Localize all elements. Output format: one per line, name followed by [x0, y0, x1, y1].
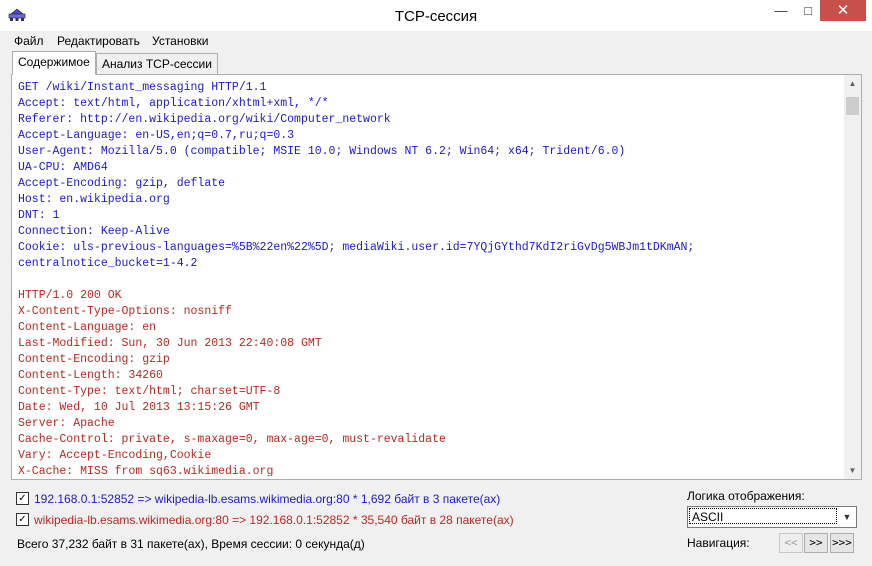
menu-edit[interactable]: Редактировать [57, 34, 140, 48]
menu-file[interactable]: Файл [14, 34, 44, 48]
minimize-button[interactable]: — [768, 0, 794, 21]
vertical-scrollbar[interactable]: ▲ ▼ [844, 75, 861, 479]
request-line: centralnotice_bucket=1-4.2 [18, 257, 198, 270]
chevron-down-icon[interactable]: ▼ [840, 508, 854, 526]
response-line: Date: Wed, 10 Jul 2013 13:15:26 GMT [18, 401, 260, 414]
request-line: User-Agent: Mozilla/5.0 (compatible; MSI… [18, 145, 626, 158]
session-text[interactable]: GET /wiki/Instant_messaging HTTP/1.1 Acc… [18, 80, 838, 476]
session-content-panel: GET /wiki/Instant_messaging HTTP/1.1 Acc… [11, 74, 862, 480]
menu-bar: Файл Редактировать Установки [8, 31, 864, 51]
stream-2-checkbox[interactable]: ✓ [16, 513, 29, 526]
response-line: Last-Modified: Sun, 30 Jun 2013 22:40:08… [18, 337, 322, 350]
stream-2-label: wikipedia-lb.esams.wikimedia.org:80 => 1… [34, 513, 514, 527]
display-logic-value: ASCII [689, 508, 837, 524]
tab-tcp-analysis[interactable]: Анализ TCP-сессии [96, 53, 218, 75]
window-title: TCP-сессия [394, 8, 478, 25]
response-line: X-Cache: MISS from sq63.wikimedia.org [18, 465, 274, 476]
title-bar: TCP-сессия — □ ✕ [0, 0, 872, 31]
request-line: Accept-Encoding: gzip, deflate [18, 177, 226, 190]
response-line: HTTP/1.0 200 OK [18, 289, 122, 302]
request-line: DNT: 1 [18, 209, 60, 222]
request-line: Host: en.wikipedia.org [18, 193, 170, 206]
request-line: Connection: Keep-Alive [18, 225, 170, 238]
session-summary: Всего 37,232 байт в 31 пакете(ах), Время… [17, 537, 365, 551]
stream-1-checkbox[interactable]: ✓ [16, 492, 29, 505]
bottom-panel: ✓ 192.168.0.1:52852 => wikipedia-lb.esam… [11, 484, 862, 562]
nav-next-button[interactable]: >> [804, 533, 828, 553]
response-line: X-Content-Type-Options: nosniff [18, 305, 232, 318]
close-button[interactable]: ✕ [820, 0, 866, 21]
response-line: Cache-Control: private, s-maxage=0, max-… [18, 433, 446, 446]
request-line: Accept: text/html, application/xhtml+xml… [18, 97, 329, 110]
scroll-thumb[interactable] [846, 97, 859, 115]
response-line: Content-Language: en [18, 321, 157, 334]
request-line: Cookie: uls-previous-languages=%5B%22en%… [18, 241, 695, 254]
stream-1-label: 192.168.0.1:52852 => wikipedia-lb.esams.… [34, 492, 501, 506]
request-line: Accept-Language: en-US,en;q=0.7,ru;q=0.3 [18, 129, 295, 142]
menu-settings[interactable]: Установки [152, 34, 208, 48]
nav-last-button[interactable]: >>> [830, 533, 854, 553]
response-line: Content-Type: text/html; charset=UTF-8 [18, 385, 281, 398]
scroll-down-icon[interactable]: ▼ [844, 462, 861, 479]
display-logic-select[interactable]: ASCII ▼ [687, 506, 857, 528]
maximize-button[interactable]: □ [795, 0, 821, 21]
request-line: GET /wiki/Instant_messaging HTTP/1.1 [18, 81, 267, 94]
scroll-up-icon[interactable]: ▲ [844, 75, 861, 92]
tab-content[interactable]: Содержимое [12, 51, 96, 75]
request-line: Referer: http://en.wikipedia.org/wiki/Co… [18, 113, 391, 126]
response-line: Content-Length: 34260 [18, 369, 163, 382]
display-logic-label: Логика отображения: [687, 489, 805, 503]
request-line: UA-CPU: AMD64 [18, 161, 108, 174]
response-line: Vary: Accept-Encoding,Cookie [18, 449, 212, 462]
response-line: Server: Apache [18, 417, 115, 430]
response-line: Content-Encoding: gzip [18, 353, 170, 366]
nav-first-button[interactable]: << [779, 533, 803, 553]
navigation-label: Навигация: [687, 536, 750, 550]
